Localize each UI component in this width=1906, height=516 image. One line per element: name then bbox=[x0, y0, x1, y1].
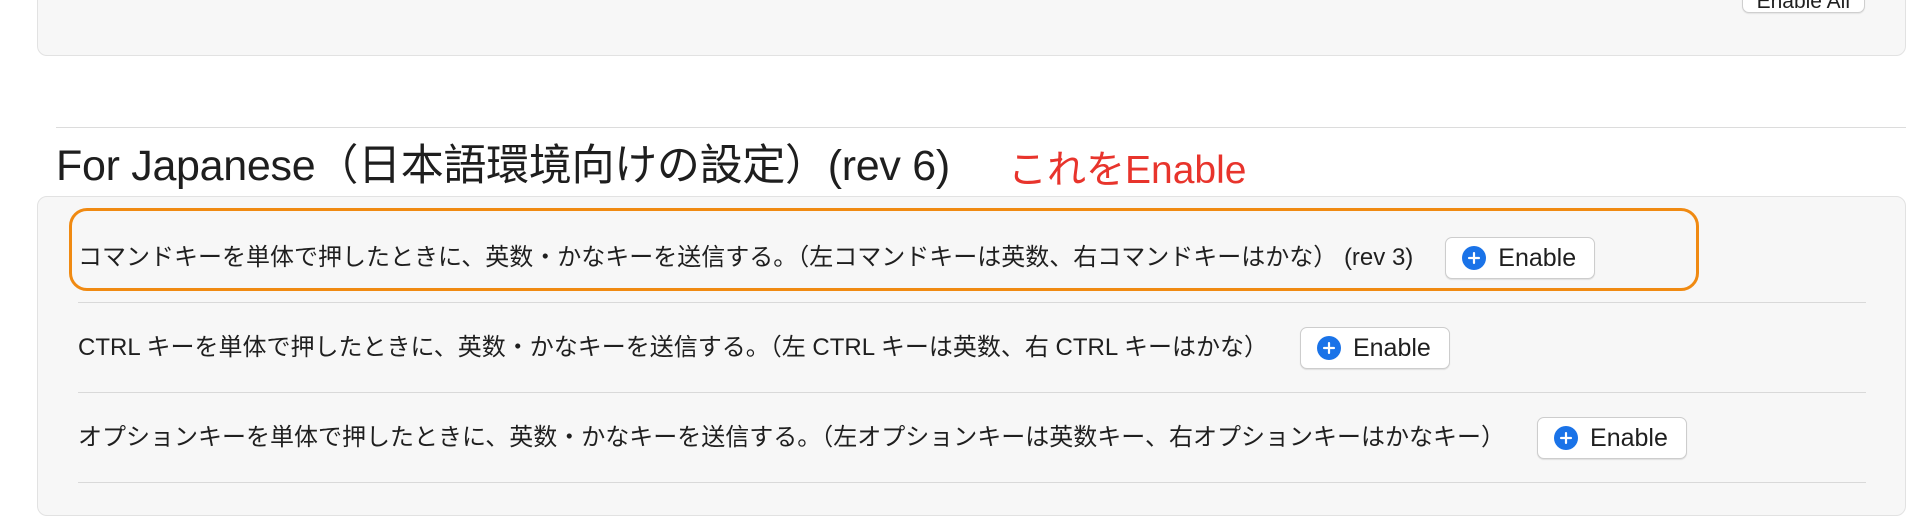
plus-circle-icon bbox=[1554, 426, 1579, 450]
rule-description: オプションキーを単体で押したときに、英数・かなキーを送信する。（左オプションキー… bbox=[78, 424, 1506, 451]
plus-circle-icon bbox=[1316, 336, 1341, 360]
enable-all-button[interactable]: Enable All bbox=[1741, 0, 1865, 13]
enable-button[interactable]: Enable bbox=[1299, 327, 1450, 369]
enable-button-label: Enable bbox=[1498, 244, 1577, 272]
rule-description: CTRL キーを単体で押したときに、英数・かなキーを送信する。（左 CTRL キ… bbox=[78, 334, 1268, 361]
enable-button-label: Enable bbox=[1352, 334, 1431, 362]
enable-button[interactable]: Enable bbox=[1537, 417, 1687, 459]
row-separator bbox=[78, 302, 1866, 303]
enable-button[interactable]: Enable bbox=[1445, 237, 1596, 279]
row-separator bbox=[78, 482, 1866, 483]
annotation-note: これをEnable bbox=[1008, 149, 1247, 192]
enable-button-label: Enable bbox=[1590, 424, 1668, 452]
row-separator bbox=[78, 392, 1866, 393]
enable-all-label: Enable All bbox=[1756, 0, 1850, 13]
section-title: For Japanese（日本語環境向けの設定）(rev 6) bbox=[56, 142, 950, 190]
previous-section-card: Enable All bbox=[37, 0, 1906, 56]
rule-row: CTRL キーを単体で押したときに、英数・かなキーを送信する。（左 CTRL キ… bbox=[78, 318, 1866, 378]
plus-circle-icon bbox=[1462, 246, 1487, 270]
rule-row: コマンドキーを単体で押したときに、英数・かなキーを送信する。（左コマンドキーは英… bbox=[78, 228, 1866, 288]
rule-row: オプションキーを単体で押したときに、英数・かなキーを送信する。（左オプションキー… bbox=[78, 408, 1866, 468]
section-divider bbox=[56, 127, 1906, 128]
rule-description: コマンドキーを単体で押したときに、英数・かなキーを送信する。（左コマンドキーは英… bbox=[78, 244, 1414, 271]
